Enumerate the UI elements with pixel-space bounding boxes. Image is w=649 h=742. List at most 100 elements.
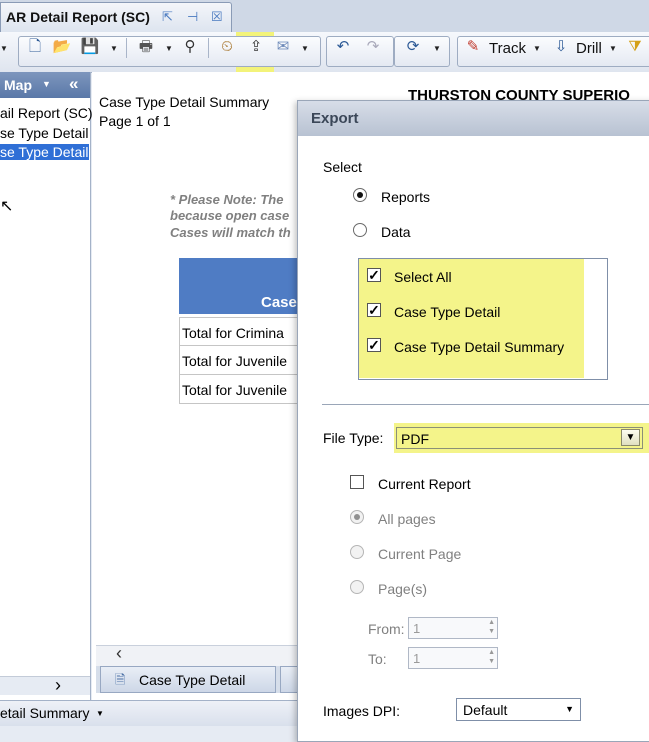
track-dropdown-icon[interactable]: ▼ [533, 44, 541, 53]
dpi-dropdown-icon[interactable]: ▼ [565, 704, 574, 714]
email-icon[interactable]: ✉ [272, 38, 294, 56]
track-icon[interactable]: ✎ [462, 38, 484, 56]
table-header-label: Case [261, 294, 297, 311]
save-dropdown-icon[interactable]: ▼ [110, 44, 118, 53]
tree-item-report[interactable]: ail Report (SC) [0, 105, 93, 121]
save-icon[interactable]: 💾 [79, 38, 101, 56]
table-row: Total for Juvenile [179, 346, 299, 375]
email-dropdown-icon[interactable]: ▼ [301, 44, 309, 53]
current-report-label[interactable]: Current Report [378, 476, 471, 492]
case-type-detail-checkbox[interactable]: ✓ [367, 303, 381, 317]
document-tab[interactable]: AR Detail Report (SC) ⇱ ⊣ ☒ [0, 2, 232, 32]
map-dropdown-icon[interactable]: ▼ [42, 79, 51, 89]
stepper-up-icon[interactable]: ▲ [488, 619, 495, 626]
mouse-cursor-icon: ↖ [0, 198, 14, 215]
filter-icon[interactable]: ⧩ [624, 38, 646, 56]
note-line-2: because open case [170, 208, 290, 223]
current-report-checkbox[interactable] [350, 475, 364, 489]
current-report-selector[interactable]: etail Summary [0, 705, 89, 721]
page-range-label[interactable]: Page(s) [378, 581, 427, 597]
to-label: To: [368, 651, 387, 667]
select-all-checkbox[interactable]: ✓ [367, 268, 381, 282]
all-pages-radio[interactable] [350, 510, 364, 524]
tree-item-case-type-detail[interactable]: se Type Detail [0, 125, 88, 141]
images-dpi-value: Default [463, 702, 508, 718]
pop-out-icon[interactable]: ⇱ [162, 9, 173, 25]
stepper-down-icon[interactable]: ▼ [488, 658, 495, 665]
drill-dropdown-icon[interactable]: ▼ [609, 44, 617, 53]
current-page-radio[interactable] [350, 545, 364, 559]
navigation-map-panel [0, 72, 91, 700]
all-pages-label[interactable]: All pages [378, 511, 436, 527]
print-icon[interactable]: 🖶 [135, 38, 157, 56]
undo-icon[interactable]: ↶ [332, 38, 354, 56]
toolbar-separator [208, 38, 209, 58]
drill-icon[interactable]: ⇩ [550, 38, 572, 56]
stepper-down-icon[interactable]: ▼ [488, 628, 495, 635]
history-icon[interactable]: ⏲ [216, 38, 238, 56]
close-tab-icon[interactable]: ☒ [211, 9, 223, 25]
table-header: Case [179, 258, 299, 314]
file-type-dropdown-icon[interactable]: ▼ [621, 429, 640, 446]
refresh-icon[interactable]: ⟳ [402, 38, 424, 56]
reports-radio-label[interactable]: Reports [381, 189, 430, 205]
track-button-label[interactable]: Track [489, 40, 526, 57]
to-page-stepper[interactable]: 1 ▲ ▼ [408, 647, 498, 669]
case-type-detail-label[interactable]: Case Type Detail [394, 304, 500, 320]
document-tab-title: AR Detail Report (SC) [6, 9, 150, 25]
tree-item-case-type-detail-summary[interactable]: se Type Detail S [0, 144, 89, 160]
images-dpi-label: Images DPI: [323, 703, 401, 719]
left-panel-scrollbar[interactable]: › [0, 675, 90, 696]
overflow-arrow-icon[interactable]: ▼ [0, 44, 8, 53]
report-tab-label: Case Type Detail [139, 672, 246, 688]
find-icon[interactable]: ⚲ [179, 38, 201, 56]
scroll-right-icon[interactable]: › [55, 675, 61, 696]
new-document-icon[interactable]: 🗋 [24, 38, 46, 56]
reports-radio[interactable] [353, 188, 367, 202]
export-dialog-titlebar: Export [298, 101, 649, 136]
select-all-label[interactable]: Select All [394, 269, 452, 285]
collapse-panel-icon[interactable]: « [69, 74, 78, 94]
drill-button-label[interactable]: Drill [576, 40, 602, 57]
current-page-label[interactable]: Current Page [378, 546, 461, 562]
page-range-radio[interactable] [350, 580, 364, 594]
export-dialog-title: Export [311, 110, 359, 127]
toolbar-buttons: ▼ 🗋 📂 💾 ▼ 🖶 ▼ ⚲ ⏲ ⇪ ✉ ▼ ↶ ↷ ⟳ ▼ ✎ Track … [0, 32, 649, 72]
file-type-label: File Type: [323, 430, 384, 446]
print-dropdown-icon[interactable]: ▼ [165, 44, 173, 53]
refresh-dropdown-icon[interactable]: ▼ [433, 44, 441, 53]
case-type-detail-summary-label[interactable]: Case Type Detail Summary [394, 339, 564, 355]
to-page-value: 1 [413, 651, 421, 666]
from-page-stepper[interactable]: 1 ▲ ▼ [408, 617, 498, 639]
data-radio-label[interactable]: Data [381, 224, 411, 240]
case-type-detail-summary-checkbox[interactable]: ✓ [367, 338, 381, 352]
report-page-icon: 🗎 [115, 672, 126, 687]
data-radio[interactable] [353, 223, 367, 237]
pin-icon[interactable]: ⊣ [187, 9, 198, 25]
select-label: Select [323, 159, 362, 175]
dialog-divider [322, 404, 649, 405]
status-dropdown-icon[interactable]: ▼ [96, 709, 104, 718]
report-heading: Case Type Detail Summary [99, 94, 270, 110]
export-icon[interactable]: ⇪ [245, 38, 267, 56]
open-folder-icon[interactable]: 📂 [51, 38, 73, 56]
note-line-3: Cases will match th [170, 225, 291, 240]
note-line-1: * Please Note: The [170, 192, 284, 207]
tab-next-report[interactable] [280, 666, 298, 693]
redo-icon[interactable]: ↷ [362, 38, 384, 56]
scroll-left-icon[interactable]: ‹ [116, 643, 122, 664]
file-type-value: PDF [401, 431, 429, 447]
from-page-value: 1 [413, 621, 421, 636]
map-panel-title: Map [4, 77, 32, 93]
toolbar-separator [126, 38, 127, 58]
from-label: From: [368, 621, 405, 637]
file-type-select[interactable]: PDF [396, 427, 643, 449]
map-panel-header: Map ▼ « [0, 72, 90, 98]
table-row: Total for Crimina [179, 317, 299, 346]
page-indicator: Page 1 of 1 [99, 113, 171, 129]
stepper-up-icon[interactable]: ▲ [488, 649, 495, 656]
table-row: Total for Juvenile [179, 375, 299, 404]
tab-case-type-detail[interactable]: 🗎 Case Type Detail [100, 666, 276, 693]
report-horizontal-scrollbar[interactable]: ‹ [96, 643, 301, 666]
images-dpi-select[interactable]: Default ▼ [456, 698, 581, 721]
